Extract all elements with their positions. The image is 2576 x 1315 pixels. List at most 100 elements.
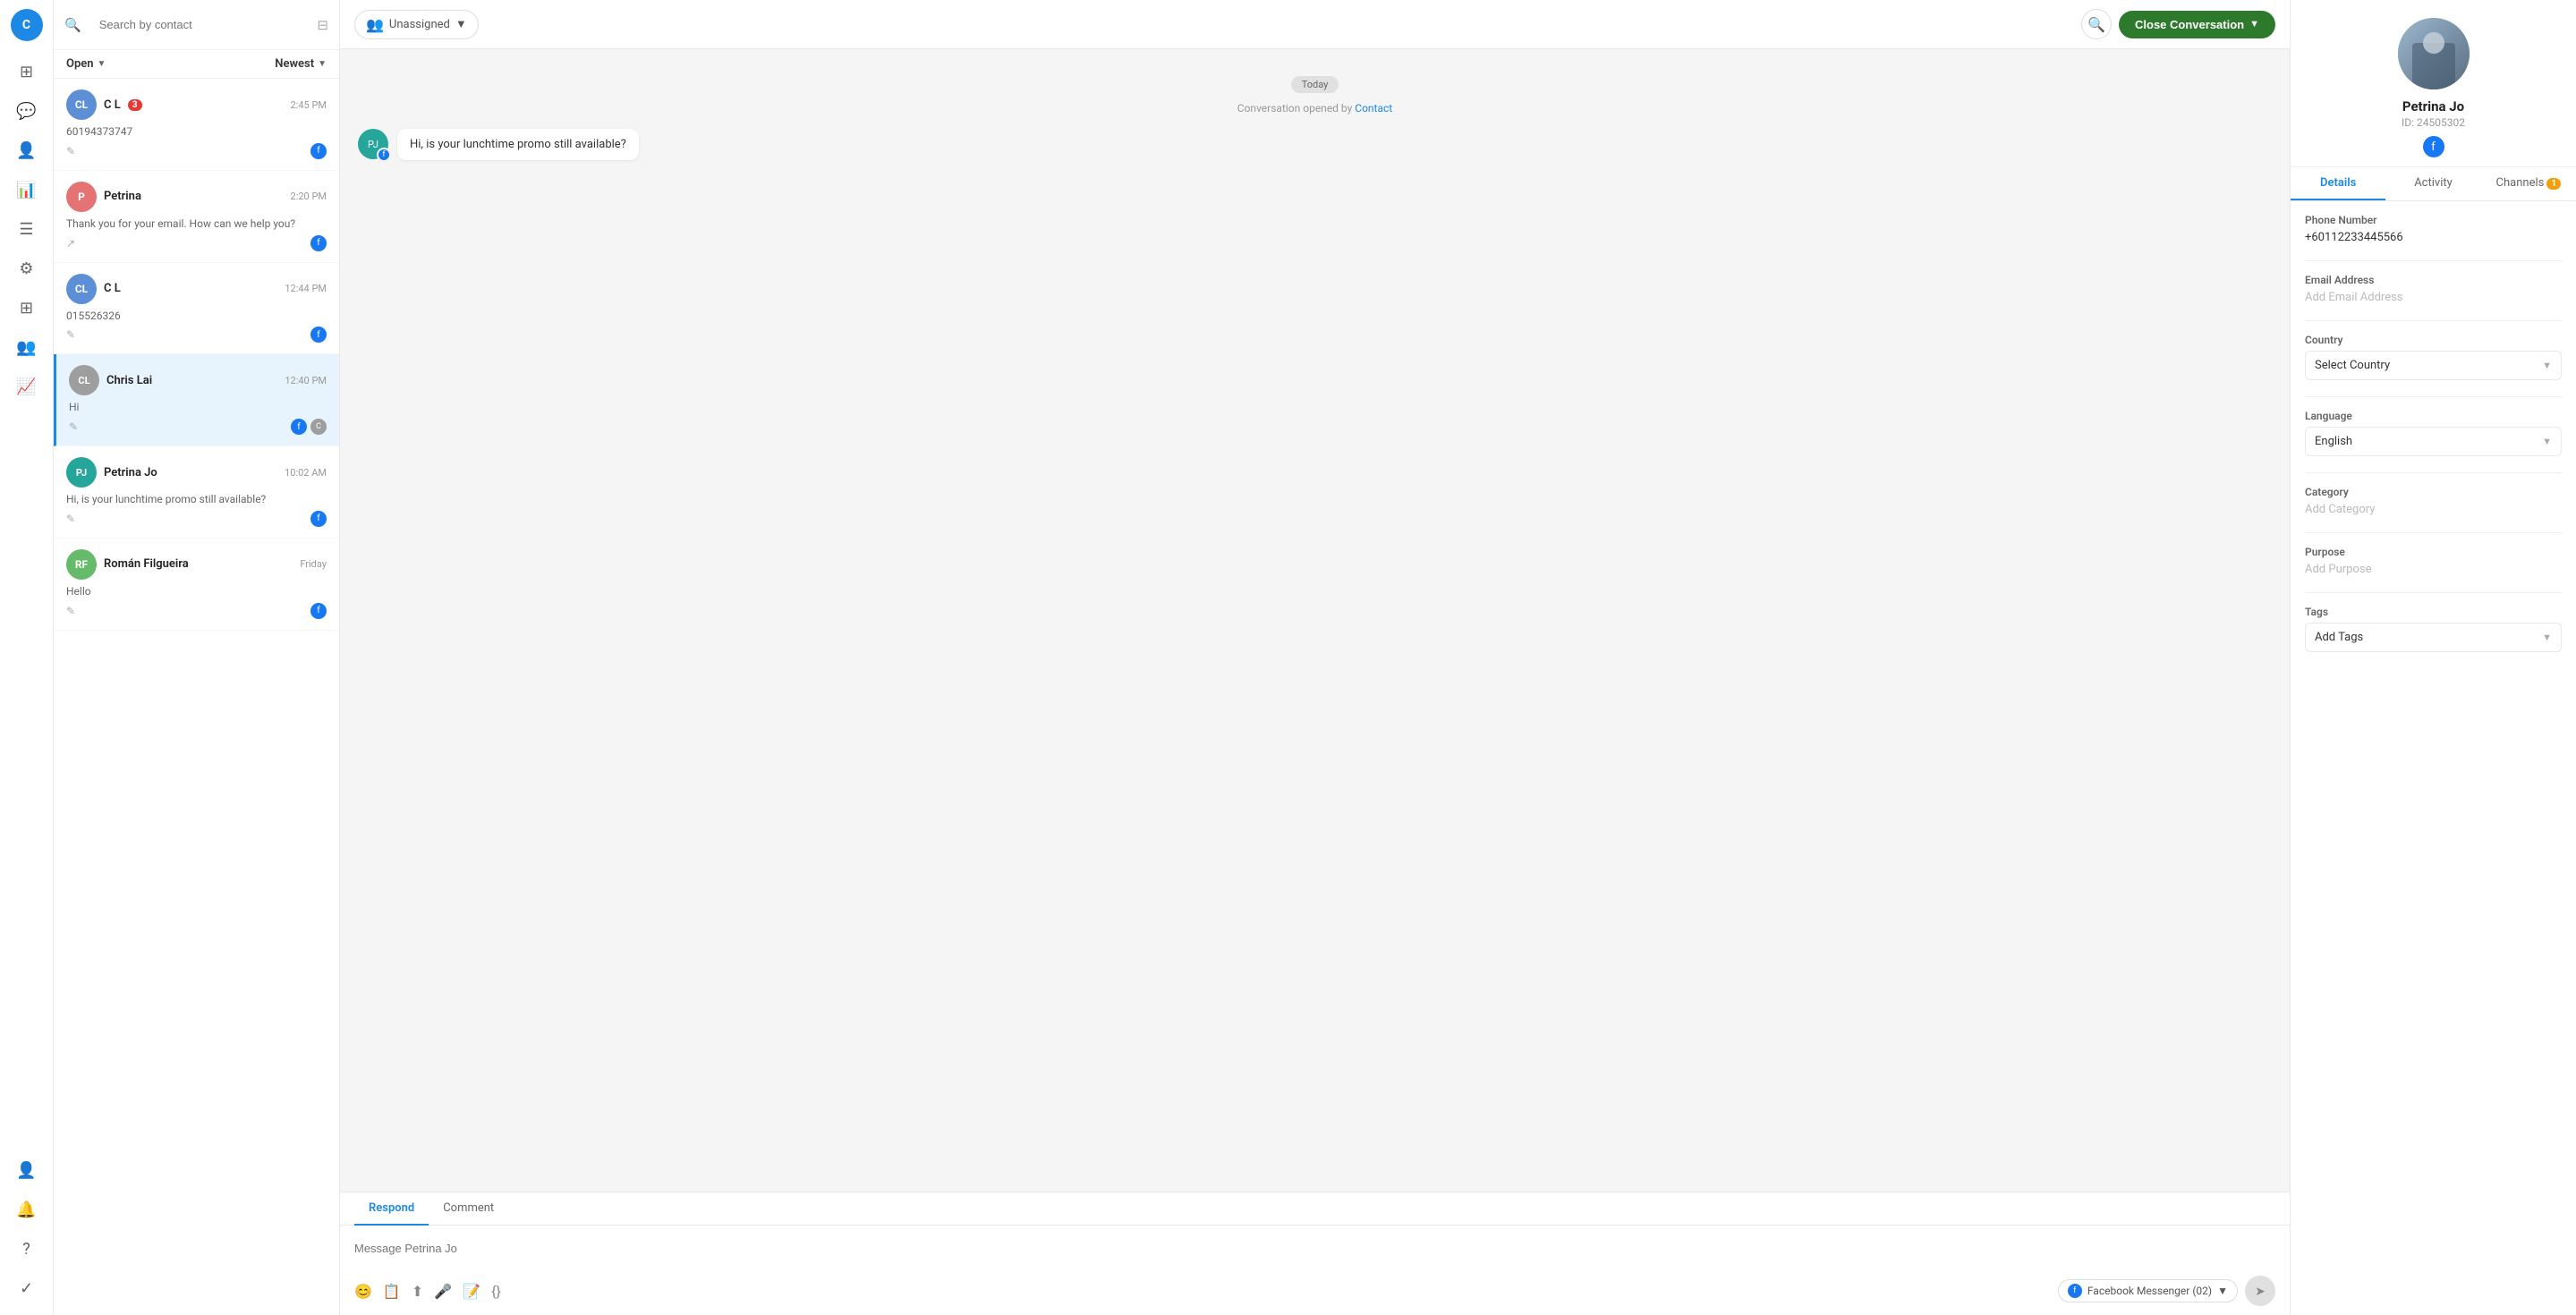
contact-link[interactable]: Contact: [1355, 102, 1392, 115]
contact-name: C L: [104, 282, 121, 295]
facebook-msg-badge: f: [377, 148, 391, 162]
close-conversation-button[interactable]: Close Conversation ▼: [2119, 11, 2275, 38]
tab-activity[interactable]: Activity: [2385, 167, 2480, 200]
chat-header: 👥 Unassigned ▼ 🔍 Close Conversation ▼: [340, 0, 2290, 49]
edit-icon: ✎: [66, 328, 75, 341]
sort-chevron-icon: ▼: [318, 59, 327, 69]
conversation-list-panel: 🔍 ⊟ Open ▼ Newest ▼ CL C L 3 2:45 PM 601…: [54, 0, 340, 1315]
conversation-item[interactable]: PJ Petrina Jo 10:02 AM Hi, is your lunch…: [54, 446, 339, 539]
country-placeholder: Select Country: [2315, 359, 2390, 372]
agent-avatar-icon: C: [310, 419, 327, 435]
channel-icon: f: [2068, 1284, 2082, 1298]
notifications-icon[interactable]: 🔔: [9, 1192, 45, 1227]
code-icon[interactable]: {}: [491, 1283, 501, 1300]
reports-icon[interactable]: 📊: [9, 172, 45, 208]
analytics-icon[interactable]: 📈: [9, 369, 45, 404]
contact-avatar: CL: [66, 274, 97, 304]
facebook-channel-icon: f: [310, 143, 327, 159]
conversation-time: 10:02 AM: [285, 467, 327, 479]
facebook-channel-icon: f: [310, 603, 327, 619]
phone-number-field: Phone Number +60112233445566: [2305, 214, 2562, 244]
category-placeholder[interactable]: Add Category: [2305, 503, 2562, 516]
contact-id: ID: 24505302: [2402, 116, 2465, 129]
email-address-field: Email Address Add Email Address: [2305, 274, 2562, 304]
reply-input-row: [340, 1226, 2290, 1270]
conversation-item[interactable]: RF Román Filgueira Friday Hello ✎ f: [54, 539, 339, 631]
phone-value[interactable]: +60112233445566: [2305, 231, 2562, 244]
email-placeholder[interactable]: Add Email Address: [2305, 291, 2562, 304]
conversations-icon[interactable]: 💬: [9, 93, 45, 129]
settings-icon[interactable]: ⚙: [9, 250, 45, 286]
conversation-item[interactable]: CL C L 3 2:45 PM 60194373747 ✎ f: [54, 79, 339, 171]
snippet-icon[interactable]: 📝: [463, 1283, 480, 1300]
channel-select[interactable]: f Facebook Messenger (02) ▼: [2058, 1279, 2238, 1302]
language-value: English: [2315, 435, 2352, 448]
contact-name: Román Filgueira: [104, 557, 189, 571]
contact-channel-icon: f: [2423, 136, 2444, 157]
contacts-icon[interactable]: 👤: [9, 132, 45, 168]
status-filter[interactable]: Open ▼: [66, 57, 106, 71]
conversation-item[interactable]: P Petrina 2:20 PM Thank you for your ema…: [54, 171, 339, 263]
respond-tab[interactable]: Respond: [354, 1192, 429, 1226]
edit-icon: ✎: [69, 420, 78, 433]
reply-area: Respond Comment 😊 📋 ⬆ 🎤 📝 {} f Facebook …: [340, 1192, 2290, 1315]
chat-main: 👥 Unassigned ▼ 🔍 Close Conversation ▼ To…: [340, 0, 2290, 1315]
filter-icon[interactable]: ⊟: [317, 17, 328, 33]
emoji-icon[interactable]: 😊: [354, 1283, 372, 1300]
contact-avatar-large: [2398, 18, 2470, 89]
channel-chevron-icon: ▼: [2217, 1285, 2228, 1297]
sort-filter[interactable]: Newest ▼: [275, 57, 327, 71]
tags-field: Tags Add Tags ▼: [2305, 606, 2562, 652]
conversation-preview: Thank you for your email. How can we hel…: [66, 216, 327, 232]
conversation-preview: 015526326: [66, 309, 327, 324]
conversation-item[interactable]: CL C L 12:44 PM 015526326 ✎ f: [54, 263, 339, 355]
send-button[interactable]: ➤: [2245, 1276, 2275, 1306]
language-label: Language: [2305, 410, 2562, 422]
search-conversation-icon[interactable]: 🔍: [2081, 9, 2112, 39]
country-select[interactable]: Select Country ▼: [2305, 351, 2562, 380]
category-label: Category: [2305, 486, 2562, 498]
search-input[interactable]: [89, 9, 310, 40]
user-avatar[interactable]: C: [11, 9, 43, 41]
attach-icon[interactable]: 📋: [383, 1283, 401, 1300]
assignee-chevron-icon: ▼: [455, 17, 467, 31]
status-chevron-icon: ▼: [98, 59, 106, 69]
conversation-preview: 60194373747: [66, 124, 327, 140]
conversation-preview: Hi, is your lunchtime promo still availa…: [66, 492, 327, 507]
country-field: Country Select Country ▼: [2305, 334, 2562, 380]
purpose-placeholder[interactable]: Add Purpose: [2305, 563, 2562, 576]
contact-name: Petrina: [104, 190, 141, 203]
conversation-item[interactable]: CL Chris Lai 12:40 PM Hi ✎ f C: [54, 354, 339, 446]
date-divider: Today: [358, 76, 2272, 93]
assignee-button[interactable]: 👥 Unassigned ▼: [354, 10, 479, 39]
sender-avatar: PJ f: [358, 129, 388, 159]
unread-badge: 3: [128, 99, 142, 111]
upload-icon[interactable]: ⬆: [412, 1283, 423, 1300]
conversation-time: 2:20 PM: [291, 191, 327, 202]
integrations-icon[interactable]: ⊞: [9, 290, 45, 326]
conversation-preview: Hi: [69, 400, 327, 415]
phone-label: Phone Number: [2305, 214, 2562, 226]
channel-label: Facebook Messenger (02): [2087, 1285, 2212, 1297]
tags-select[interactable]: Add Tags ▼: [2305, 623, 2562, 652]
help-icon[interactable]: ?: [9, 1231, 45, 1267]
contact-tabs: Details Activity Channels1: [2291, 167, 2576, 201]
tab-channels[interactable]: Channels1: [2481, 167, 2576, 200]
reply-input[interactable]: [354, 1234, 2275, 1261]
edit-icon: ✎: [66, 513, 75, 525]
contact-name: C L: [104, 98, 121, 112]
filter-list-icon[interactable]: ☰: [9, 211, 45, 247]
home-icon[interactable]: ⊞: [9, 54, 45, 89]
agent-icon[interactable]: 👤: [9, 1152, 45, 1188]
team-icon[interactable]: 👥: [9, 329, 45, 365]
message-text: Hi, is your lunchtime promo still availa…: [410, 138, 626, 151]
contact-details-fields: Phone Number +60112233445566 Email Addre…: [2291, 201, 2576, 681]
reply-tabs: Respond Comment: [340, 1192, 2290, 1226]
audio-icon[interactable]: 🎤: [434, 1283, 452, 1300]
tab-details[interactable]: Details: [2291, 167, 2385, 200]
message-row: PJ f Hi, is your lunchtime promo still a…: [358, 129, 2272, 160]
purpose-label: Purpose: [2305, 546, 2562, 558]
comment-tab[interactable]: Comment: [429, 1192, 508, 1226]
done-icon[interactable]: ✓: [9, 1270, 45, 1306]
language-select[interactable]: English ▼: [2305, 427, 2562, 456]
